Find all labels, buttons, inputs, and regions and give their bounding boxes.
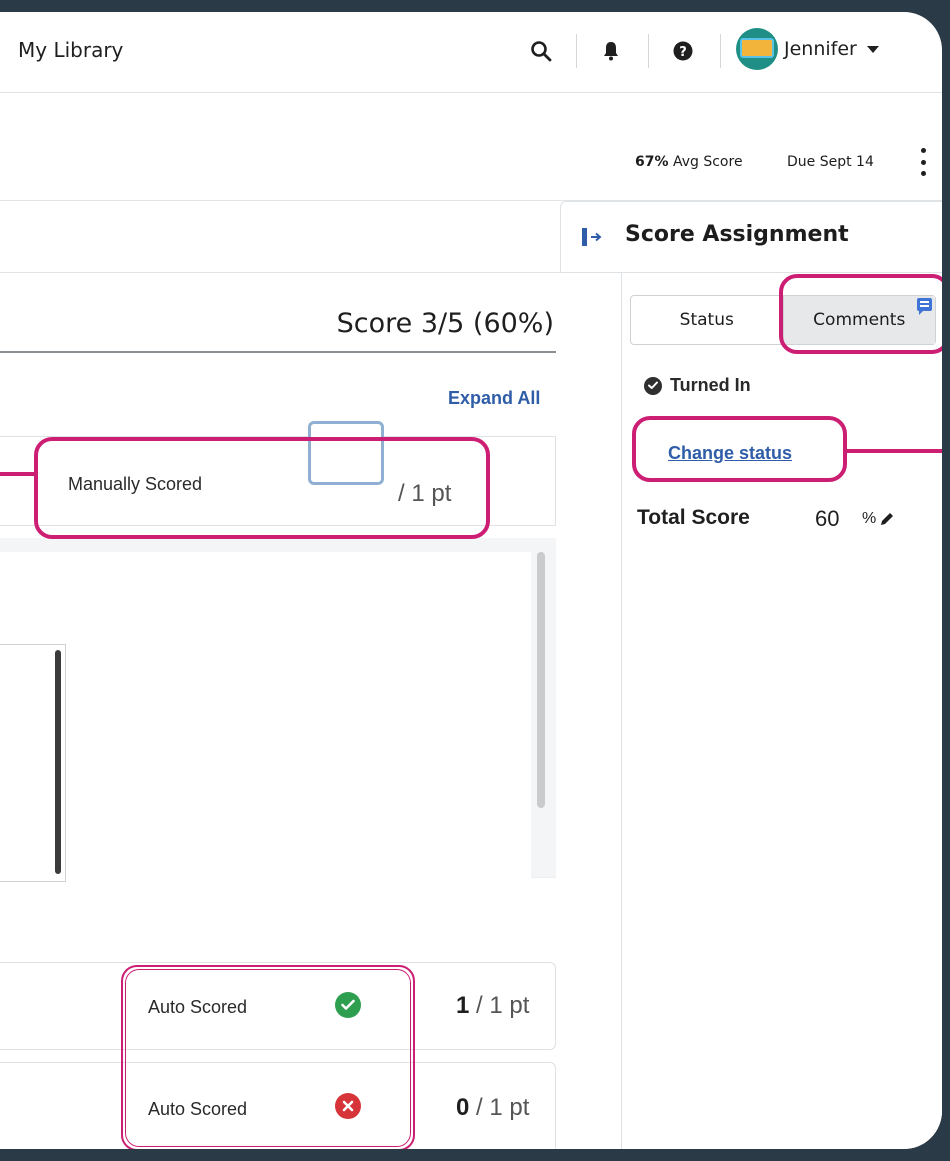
incorrect-x-icon <box>335 1093 361 1119</box>
avg-score: 67% Avg Score <box>635 154 743 170</box>
svg-text:?: ? <box>679 45 687 60</box>
bell-icon[interactable] <box>594 34 628 68</box>
edit-pencil-icon[interactable] <box>878 510 896 528</box>
status-badge: Turned In <box>644 375 751 396</box>
chevron-down-icon <box>866 45 879 53</box>
search-icon[interactable] <box>524 34 558 68</box>
check-icon <box>644 376 662 395</box>
response-viewer <box>0 538 556 878</box>
viewer-scrollbar[interactable] <box>537 552 545 808</box>
tab-comments[interactable]: Comments <box>782 296 935 344</box>
more-options-icon[interactable] <box>918 148 928 176</box>
total-score-value[interactable]: 60 <box>815 506 839 532</box>
help-icon[interactable]: ? <box>666 34 700 68</box>
question-points: 1 / 1 pt <box>456 992 530 1019</box>
assignment-summary: 67% Avg Score Due Sept 14 <box>0 93 942 201</box>
due-date: Due Sept 14 <box>787 154 874 170</box>
panel-tabs: Status Comments <box>630 295 936 345</box>
avatar <box>736 28 778 70</box>
manual-score-input[interactable] <box>308 421 384 485</box>
user-name: Jennifer <box>784 38 857 60</box>
question-points: 0 / 1 pt <box>456 1094 530 1121</box>
question-type-label: Auto Scored <box>148 997 248 1017</box>
content-header-strip <box>0 201 562 273</box>
app-window: My Library ? Jennifer 67% Avg Score Due … <box>0 12 942 1149</box>
user-menu[interactable]: Jennifer <box>736 26 879 72</box>
toolbar-divider <box>648 34 649 68</box>
collapse-panel-icon[interactable] <box>581 226 603 248</box>
change-status-link[interactable]: Change status <box>668 443 792 464</box>
comment-icon <box>917 298 932 315</box>
expand-all-link[interactable]: Expand All <box>448 388 540 409</box>
document-scrollbar[interactable] <box>55 650 61 874</box>
correct-check-icon <box>335 992 361 1018</box>
panel-title: Score Assignment <box>625 222 849 247</box>
top-bar: My Library ? Jennifer <box>0 12 942 93</box>
score-panel-header: Score Assignment <box>560 201 942 273</box>
tab-status[interactable]: Status <box>631 296 783 344</box>
question-type-label: Auto Scored <box>148 1099 248 1119</box>
toolbar-divider <box>576 34 577 68</box>
question-points: / 1 pt <box>398 480 452 507</box>
total-score-unit: % <box>862 510 877 527</box>
toolbar-divider <box>720 34 721 68</box>
score-header: Score 3/5 (60%) <box>0 290 556 353</box>
question-type-label: Manually Scored <box>68 474 203 494</box>
score-title: Score 3/5 (60%) <box>336 308 554 339</box>
total-score-label: Total Score <box>637 506 750 529</box>
app-title: My Library <box>18 38 124 62</box>
